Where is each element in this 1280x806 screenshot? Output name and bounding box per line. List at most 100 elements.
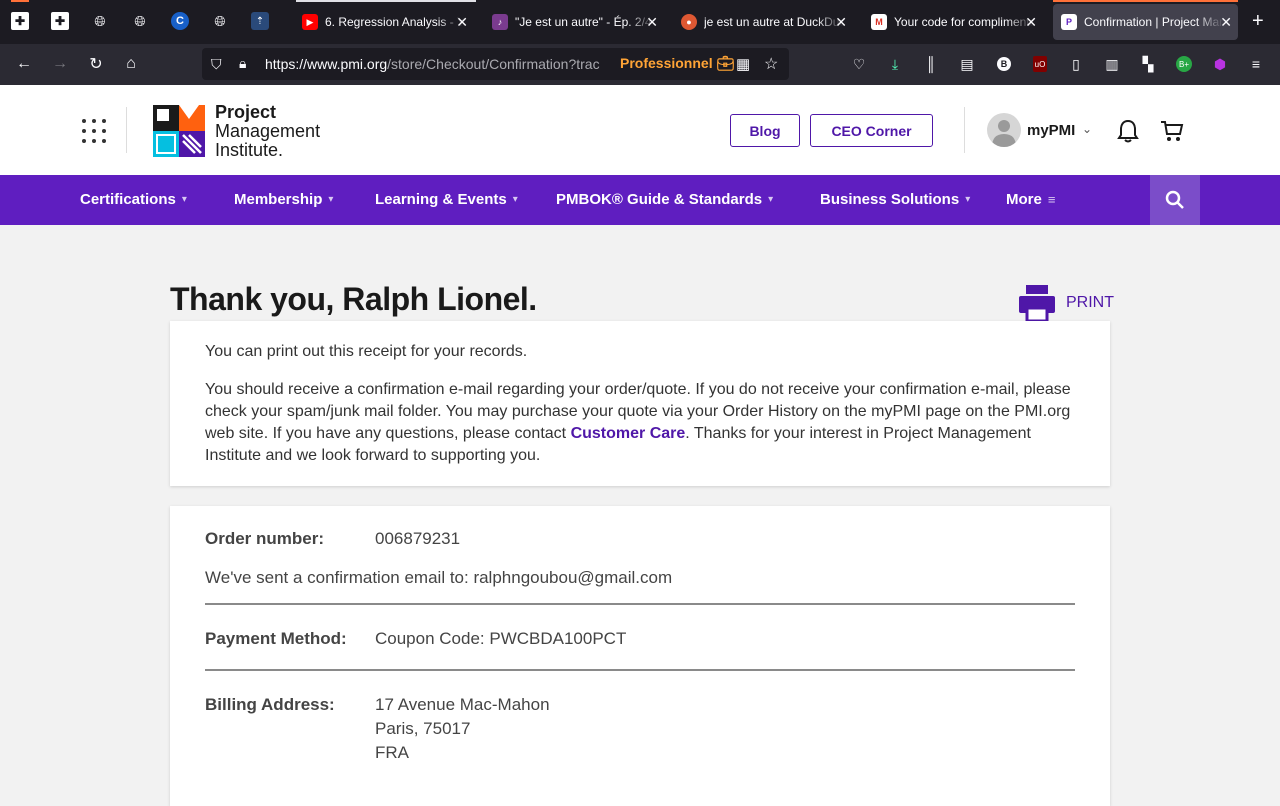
order-details-card: Order number: 006879231 We've sent a con… xyxy=(170,506,1110,806)
blog-button[interactable]: Blog xyxy=(730,114,800,147)
page-title: Thank you, Ralph Lionel. xyxy=(170,281,537,317)
nav-label: PMBOK® Guide & Standards xyxy=(556,191,763,208)
avatar[interactable] xyxy=(987,113,1021,147)
chevron-down-icon: ▾ xyxy=(965,194,971,205)
tab-confirmation-active[interactable]: P Confirmation | Project Man ✕ xyxy=(1053,4,1238,40)
billing-address-label: Billing Address: xyxy=(205,695,335,714)
bookmark-star-icon[interactable]: ☆ xyxy=(764,54,778,74)
pinned-tab-globe-icon-3[interactable]: 🌐︎ xyxy=(211,12,229,30)
nav-label: Learning & Events xyxy=(375,191,507,208)
forward-arrow-icon[interactable]: → xyxy=(50,54,70,74)
tab-duckduckgo[interactable]: ● je est un autre at DuckDuck ✕ xyxy=(681,4,853,40)
tab-playing-indicator xyxy=(296,0,476,2)
extension-b-icon[interactable]: B xyxy=(995,55,1013,73)
bell-icon[interactable] xyxy=(1117,119,1139,143)
order-number-label: Order number: xyxy=(205,529,325,548)
close-tab-icon[interactable]: ✕ xyxy=(835,14,847,31)
email-confirmation-note: We've sent a confirmation email to: ralp… xyxy=(205,568,673,587)
nav-label: More xyxy=(1006,191,1042,208)
confirmation-message: You should receive a confirmation e-mail… xyxy=(205,379,1080,467)
logo-line-1: Project xyxy=(215,102,277,122)
apps-grid-icon[interactable] xyxy=(82,119,106,143)
pinned-tab-globe-icon-2[interactable]: 🌐︎ xyxy=(131,12,149,30)
close-tab-icon[interactable]: ✕ xyxy=(456,14,468,31)
pinned-tab-grid-icon-2[interactable]: ✚ xyxy=(51,12,69,30)
pinned-tab-c-icon[interactable]: C xyxy=(171,12,189,30)
download-icon[interactable]: ⤓ xyxy=(886,55,904,73)
nav-membership[interactable]: Membership ▾ xyxy=(234,191,333,208)
divider xyxy=(205,669,1075,671)
logo-wordmark[interactable]: Project Management Institute. xyxy=(215,103,320,160)
lock-icon[interactable]: 🔒︎ xyxy=(239,55,246,72)
youtube-icon: ▶ xyxy=(302,14,318,30)
customer-care-link[interactable]: Customer Care xyxy=(571,425,686,442)
logo-line-2: Management xyxy=(215,121,321,141)
nav-business-solutions[interactable]: Business Solutions ▾ xyxy=(820,191,970,208)
pinned-tab-globe-icon[interactable]: 🌐︎ xyxy=(91,12,109,30)
cart-icon[interactable] xyxy=(1160,120,1184,142)
order-number-value: 006879231 xyxy=(375,529,461,548)
url-path: /store/Checkout/Confirmation?trac xyxy=(387,56,600,72)
close-tab-icon[interactable]: ✕ xyxy=(1220,14,1232,31)
pinned-tab-indicator xyxy=(11,0,29,2)
mypmi-menu[interactable]: myPMI xyxy=(1027,122,1075,139)
nav-pmbok-guide[interactable]: PMBOK® Guide & Standards ▾ xyxy=(556,191,773,208)
ceo-corner-button[interactable]: CEO Corner xyxy=(810,114,933,147)
shield-icon[interactable]: ⛉ xyxy=(211,56,222,73)
address-bar[interactable]: ⛉ 🔒︎ https://www.pmi.org/store/Checkout/… xyxy=(202,48,789,80)
chevron-down-icon: ▾ xyxy=(328,194,334,205)
nav-more[interactable]: More ≡ xyxy=(1006,191,1055,208)
extension-grade-icon[interactable]: B+ xyxy=(1175,55,1193,73)
printer-icon xyxy=(1019,285,1055,322)
close-tab-icon[interactable]: ✕ xyxy=(646,14,658,31)
tab-title: Confirmation | Project Man xyxy=(1084,15,1224,29)
search-button[interactable] xyxy=(1150,175,1200,225)
new-tab-plus-icon[interactable]: + xyxy=(1252,11,1264,31)
home-icon[interactable]: ⌂ xyxy=(121,54,141,74)
logo-line-3: Institute. xyxy=(215,140,284,160)
header-divider-2 xyxy=(964,107,965,153)
qr-code-icon[interactable]: ▦ xyxy=(736,55,750,73)
translate-badge[interactable]: Professionnel 💼︎ xyxy=(620,55,734,72)
nav-certifications[interactable]: Certifications ▾ xyxy=(80,191,187,208)
gmail-icon: M xyxy=(871,14,887,30)
main-navigation: Certifications ▾ Membership ▾ Learning & E… xyxy=(0,175,1280,225)
billing-address-line-1: 17 Avenue Mac-Mahon xyxy=(375,695,550,714)
tab-je-est-un-autre[interactable]: ♪ "Je est un autre" - Ép. 2/4 ✕ xyxy=(492,4,664,40)
chevron-down-icon: ▾ xyxy=(768,194,774,205)
chevron-down-icon: ▾ xyxy=(181,194,187,205)
search-icon xyxy=(1165,190,1184,209)
close-tab-icon[interactable]: ✕ xyxy=(1025,14,1037,31)
document-icon[interactable]: ▯ xyxy=(1067,55,1085,73)
print-button[interactable]: PRINT xyxy=(1018,284,1114,322)
library-icon[interactable]: ║ xyxy=(922,55,940,73)
podcast-icon: ♪ xyxy=(492,14,508,30)
pinned-tab-grid-icon[interactable]: ✚ xyxy=(11,12,29,30)
header-divider xyxy=(126,107,127,153)
pocket-icon[interactable]: ♡ xyxy=(850,55,868,73)
back-arrow-icon[interactable]: ← xyxy=(14,54,34,74)
chevron-down-icon[interactable]: ⌄ xyxy=(1082,122,1092,136)
billing-address-line-3: FRA xyxy=(375,743,409,762)
sidebar-icon[interactable]: ▤ xyxy=(958,55,976,73)
tab-regression-analysis[interactable]: ▶ 6. Regression Analysis - Y ✕ xyxy=(302,4,474,40)
chevron-down-icon: ▾ xyxy=(512,194,518,205)
extension-cube-icon[interactable]: ⬢ xyxy=(1211,55,1229,73)
url-text[interactable]: https://www.pmi.org/store/Checkout/Confi… xyxy=(265,56,615,72)
browser-toolbar: ← → ↻ ⌂ ⛉ 🔒︎ https://www.pmi.org/store/C… xyxy=(0,44,1280,85)
nav-label: Business Solutions xyxy=(820,191,960,208)
menu-hamburger-icon[interactable]: ≡ xyxy=(1247,55,1265,73)
tab-title: Your code for complimentary xyxy=(894,15,1034,29)
translate-badge-label: Professionnel xyxy=(620,55,713,71)
pmi-logo-icon[interactable] xyxy=(153,105,205,157)
extension-bars-icon[interactable]: ▥ xyxy=(1103,55,1121,73)
ublock-icon[interactable]: uO xyxy=(1031,55,1049,73)
pinned-tab-paper-icon[interactable]: ⇡ xyxy=(251,12,269,30)
tab-gmail[interactable]: M Your code for complimentary ✕ xyxy=(871,4,1043,40)
billing-address-line-2: Paris, 75017 xyxy=(375,719,471,738)
reload-icon[interactable]: ↻ xyxy=(86,54,106,74)
receipt-intro-text: You can print out this receipt for your … xyxy=(205,343,528,360)
extension-grid-icon[interactable]: ▚ xyxy=(1139,55,1157,73)
nav-label: Membership xyxy=(234,191,323,208)
nav-learning-events[interactable]: Learning & Events ▾ xyxy=(375,191,518,208)
